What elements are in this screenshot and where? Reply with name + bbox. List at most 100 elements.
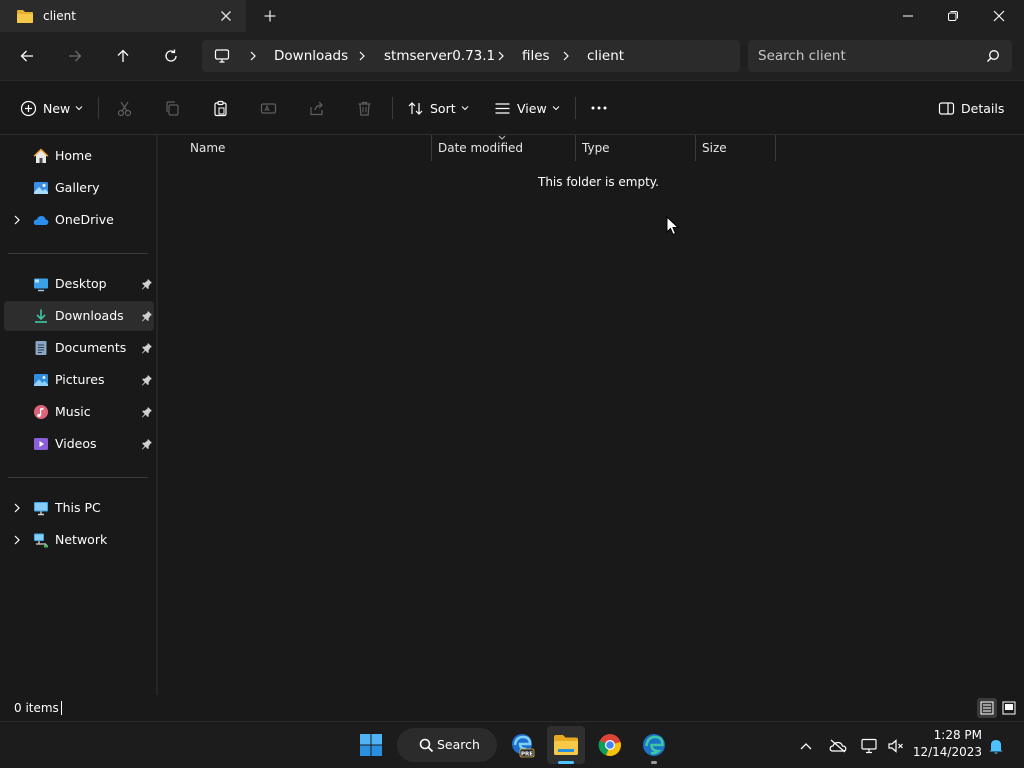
- edge-icon: [643, 734, 665, 756]
- column-header-date-modified[interactable]: Date modified: [438, 141, 523, 155]
- sidebar-item-this-pc[interactable]: This PC: [4, 493, 154, 523]
- sidebar-item-music[interactable]: Music: [4, 397, 154, 427]
- sidebar-item-onedrive[interactable]: OneDrive: [4, 205, 154, 235]
- details-pane-button[interactable]: Details: [938, 95, 1004, 121]
- more-options-button[interactable]: [590, 95, 608, 121]
- column-header-name[interactable]: Name: [190, 141, 225, 155]
- start-button[interactable]: [352, 726, 390, 764]
- sidebar-item-downloads[interactable]: Downloads: [4, 301, 154, 331]
- gallery-icon: [34, 182, 48, 194]
- pin-icon[interactable]: [141, 342, 153, 354]
- sidebar-item-label: Gallery: [55, 180, 100, 195]
- column-divider[interactable]: [575, 135, 576, 161]
- column-divider[interactable]: [695, 135, 696, 161]
- downloads-icon: [35, 309, 47, 323]
- sidebar-item-label: Downloads: [55, 308, 124, 323]
- taskbar-search[interactable]: Search: [397, 728, 497, 762]
- column-header-type[interactable]: Type: [582, 141, 610, 155]
- view-label: View: [517, 100, 547, 116]
- refresh-button[interactable]: [159, 44, 183, 68]
- up-button[interactable]: [111, 44, 135, 68]
- taskbar: Search PRE 1:28 PM 12/14/2023: [0, 721, 1024, 768]
- navigation-pane: Home Gallery OneDrive Desktop Downloads …: [0, 135, 158, 695]
- share-icon: [310, 101, 323, 115]
- pin-icon[interactable]: [141, 278, 153, 290]
- paste-button[interactable]: [212, 95, 229, 121]
- breadcrumb-downloads[interactable]: Downloads: [274, 48, 348, 64]
- documents-icon: [35, 341, 47, 355]
- videos-icon: [34, 438, 48, 450]
- breadcrumb-stmserver[interactable]: stmserver0.73.1: [384, 48, 495, 64]
- new-label: New: [43, 100, 71, 116]
- search-box[interactable]: [748, 40, 1012, 72]
- forward-button[interactable]: [63, 44, 87, 68]
- edge-preview-icon: PRE: [512, 734, 535, 758]
- active-app-indicator: [558, 761, 574, 764]
- sort-indicator-icon: [498, 135, 506, 140]
- sidebar-item-label: OneDrive: [55, 212, 114, 227]
- more-icon: [591, 106, 607, 110]
- new-tab-icon[interactable]: [262, 8, 278, 24]
- column-divider[interactable]: [775, 135, 776, 161]
- sidebar-item-videos[interactable]: Videos: [4, 429, 154, 459]
- delete-button[interactable]: [356, 95, 373, 121]
- chevron-up-icon: [800, 743, 812, 750]
- cut-button[interactable]: [116, 95, 133, 121]
- sidebar-item-gallery[interactable]: Gallery: [4, 173, 154, 203]
- rename-button[interactable]: [260, 95, 277, 121]
- onedrive-tray-button[interactable]: [828, 736, 848, 756]
- chevron-right-icon: [359, 51, 365, 61]
- volume-tray-button[interactable]: [886, 736, 906, 756]
- address-row: Downloads stmserver0.73.1 files client: [0, 32, 1024, 80]
- clipboard-icon: [214, 100, 227, 116]
- sidebar-item-documents[interactable]: Documents: [4, 333, 154, 363]
- chrome-icon: [598, 734, 621, 757]
- file-list[interactable]: Name Date modified Type Size This folder…: [160, 135, 1024, 695]
- view-button[interactable]: View: [494, 95, 560, 121]
- taskbar-app-chrome[interactable]: [591, 726, 629, 764]
- status-bar: 0 items: [0, 695, 1024, 721]
- sort-button[interactable]: Sort: [407, 95, 469, 121]
- large-icons-view-button[interactable]: [999, 698, 1019, 718]
- clock-time[interactable]: 1:28 PM: [920, 728, 982, 742]
- minimize-button[interactable]: [885, 0, 931, 32]
- breadcrumb-client[interactable]: client: [587, 48, 624, 64]
- taskbar-app-file-explorer[interactable]: [547, 726, 585, 764]
- details-view-button[interactable]: [977, 698, 997, 718]
- network-tray-button[interactable]: [859, 736, 879, 756]
- taskbar-app-edge[interactable]: [635, 726, 673, 764]
- close-window-button[interactable]: [976, 0, 1022, 32]
- address-bar[interactable]: Downloads stmserver0.73.1 files client: [202, 40, 740, 72]
- title-bar: client: [0, 0, 1024, 32]
- close-tab-icon[interactable]: [218, 8, 234, 24]
- search-icon: [987, 50, 999, 62]
- pin-icon[interactable]: [141, 374, 153, 386]
- window-tab[interactable]: client: [0, 0, 246, 32]
- column-header-size[interactable]: Size: [702, 141, 727, 155]
- sidebar-item-network[interactable]: Network: [4, 525, 154, 555]
- command-bar: New Sort View Details: [0, 80, 1024, 135]
- pin-icon[interactable]: [141, 310, 153, 322]
- share-button[interactable]: [308, 95, 325, 121]
- new-button[interactable]: New: [20, 95, 83, 121]
- taskbar-app-edge-preview[interactable]: PRE: [503, 726, 541, 764]
- pin-icon[interactable]: [141, 438, 153, 450]
- copy-button[interactable]: [164, 95, 181, 121]
- restore-button[interactable]: [930, 0, 976, 32]
- clock-date[interactable]: 12/14/2023: [912, 745, 982, 759]
- onedrive-offline-icon: [829, 739, 847, 753]
- notifications-button[interactable]: [986, 736, 1006, 756]
- back-button[interactable]: [15, 44, 39, 68]
- pin-icon[interactable]: [141, 406, 153, 418]
- sidebar-item-desktop[interactable]: Desktop: [4, 269, 154, 299]
- sidebar-item-home[interactable]: Home: [4, 141, 154, 171]
- this-pc-icon: [34, 502, 48, 516]
- sidebar-item-label: This PC: [55, 500, 101, 515]
- search-input[interactable]: [758, 46, 978, 66]
- breadcrumb-files[interactable]: files: [522, 48, 550, 64]
- column-divider[interactable]: [431, 135, 432, 161]
- sidebar-item-pictures[interactable]: Pictures: [4, 365, 154, 395]
- desktop-icon: [34, 278, 48, 292]
- show-hidden-icons-button[interactable]: [796, 736, 816, 756]
- chevron-right-icon: [563, 51, 569, 61]
